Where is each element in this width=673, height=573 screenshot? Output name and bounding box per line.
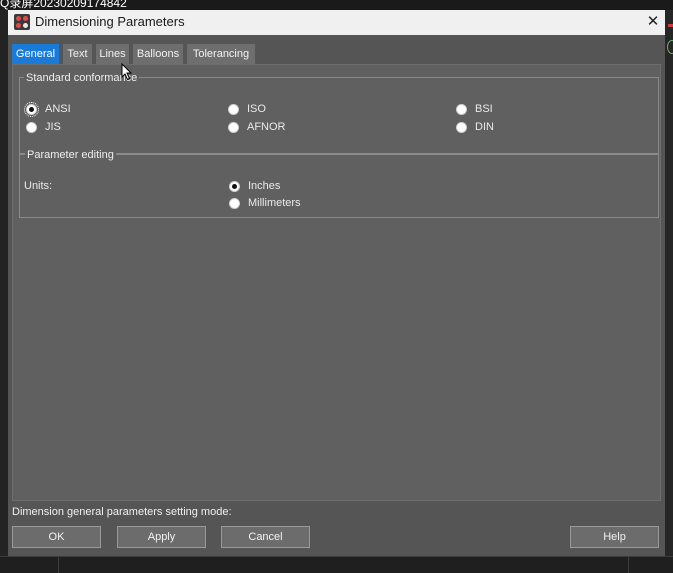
- radio-label: BSI: [475, 103, 493, 115]
- radio-ansi[interactable]: ANSI: [24, 101, 71, 117]
- radio-label: DIN: [475, 121, 494, 133]
- radio-indicator[interactable]: [229, 197, 240, 209]
- radio-label: AFNOR: [247, 121, 286, 133]
- radio-indicator[interactable]: [228, 103, 239, 115]
- mode-description: Dimension general parameters setting mod…: [12, 506, 232, 518]
- units-label: Units:: [24, 180, 53, 192]
- radio-label: ISO: [247, 103, 266, 115]
- parameter-editing-group: [19, 154, 659, 218]
- radio-indicator[interactable]: [26, 121, 37, 133]
- app-icon: [14, 14, 30, 30]
- tab-tolerancing[interactable]: Tolerancing: [187, 44, 255, 64]
- radio-indicator[interactable]: [229, 180, 240, 192]
- standard-conformance-group: [19, 77, 659, 154]
- tab-lines[interactable]: Lines: [96, 44, 129, 64]
- background-right-edge: [665, 10, 673, 572]
- apply-button[interactable]: Apply: [117, 526, 206, 548]
- radio-label: Inches: [248, 180, 281, 192]
- radio-din[interactable]: DIN: [456, 121, 494, 133]
- tab-text[interactable]: Text: [63, 44, 92, 64]
- tab-balloons[interactable]: Balloons: [133, 44, 183, 64]
- dimensioning-parameters-dialog: Dimensioning Parameters ✕ General Text L…: [8, 10, 665, 556]
- ok-button[interactable]: OK: [12, 526, 101, 548]
- status-bar-separator: [58, 557, 59, 573]
- radio-inches[interactable]: Inches: [229, 180, 280, 192]
- radio-indicator[interactable]: [456, 103, 467, 115]
- parameter-editing-title: Parameter editing: [25, 149, 116, 161]
- recording-caption: Q录屏20230209174842: [0, 0, 127, 10]
- radio-label: ANSI: [45, 103, 71, 115]
- radio-afnor[interactable]: AFNOR: [228, 121, 286, 133]
- background-status-icon: [667, 40, 673, 54]
- title-bar[interactable]: Dimensioning Parameters ✕: [8, 10, 665, 35]
- radio-label: Millimeters: [248, 197, 301, 209]
- radio-indicator[interactable]: [228, 121, 239, 133]
- radio-millimeters[interactable]: Millimeters: [229, 197, 301, 209]
- radio-bsi[interactable]: BSI: [456, 103, 493, 115]
- close-icon[interactable]: ✕: [643, 12, 663, 32]
- radio-iso[interactable]: ISO: [228, 103, 266, 115]
- help-button[interactable]: Help: [570, 526, 659, 548]
- radio-label: JIS: [45, 121, 61, 133]
- cancel-button[interactable]: Cancel: [221, 526, 310, 548]
- tab-general[interactable]: General: [12, 44, 59, 64]
- radio-indicator[interactable]: [24, 101, 39, 117]
- status-bar-separator: [628, 557, 629, 573]
- background-red-marker: [668, 24, 673, 27]
- background-status-bar: [0, 556, 673, 573]
- dialog-title: Dimensioning Parameters: [35, 14, 185, 29]
- radio-jis[interactable]: JIS: [26, 121, 61, 133]
- background-left-edge: [0, 10, 8, 572]
- radio-indicator[interactable]: [456, 121, 467, 133]
